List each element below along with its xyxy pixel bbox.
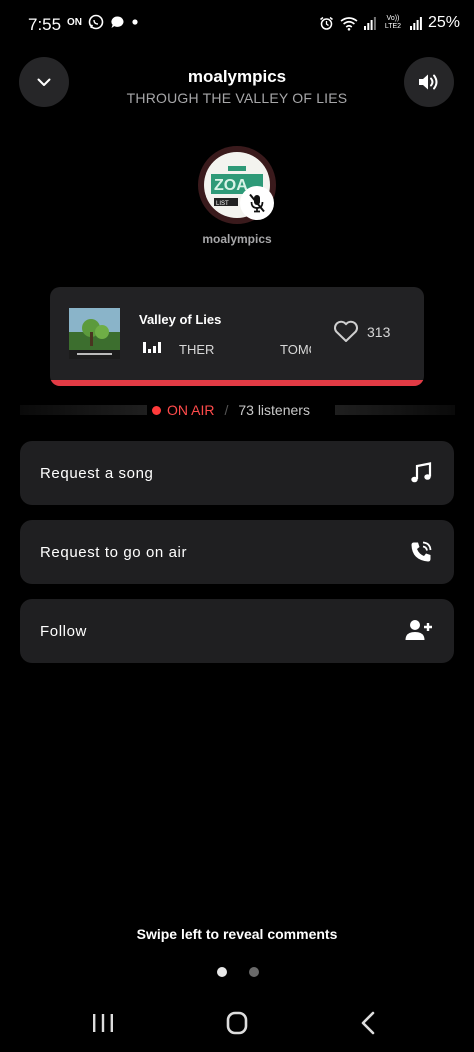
playback-progress-bar xyxy=(50,380,424,386)
separator: / xyxy=(224,402,229,418)
status-left-icons: ON xyxy=(67,14,139,30)
add-user-icon xyxy=(405,620,432,640)
ticker-text-1: THER xyxy=(179,342,215,357)
volume-button[interactable] xyxy=(404,57,454,107)
signal-icon xyxy=(409,17,422,30)
host-avatar-container[interactable]: ZOA LIST xyxy=(198,146,276,224)
like-button[interactable]: 313 xyxy=(333,320,390,343)
page-dot-active[interactable] xyxy=(217,967,227,977)
on-air-label: ON AIR xyxy=(167,402,215,418)
request-on-air-button[interactable]: Request to go on air xyxy=(20,520,454,584)
avatar-text: LIST xyxy=(216,201,229,207)
dot-icon xyxy=(132,19,138,25)
page-indicator xyxy=(217,967,259,977)
page-subtitle: THROUGH THE VALLEY OF LIES xyxy=(126,90,348,106)
request-on-air-label: Request to go on air xyxy=(40,543,188,561)
listener-count: 73 listeners xyxy=(238,402,310,418)
status-time: 7:55 xyxy=(28,15,62,34)
heart-icon xyxy=(334,320,358,342)
signal-icon xyxy=(363,17,376,30)
follow-button[interactable]: Follow xyxy=(20,599,454,663)
whatsapp-icon xyxy=(88,14,104,30)
status-right-icons: Vo)) LTE2 25% xyxy=(319,14,460,32)
equalizer-icon xyxy=(143,342,161,353)
volume-icon xyxy=(419,74,438,90)
album-art xyxy=(69,308,120,359)
volte-label: Vo)) LTE2 xyxy=(384,15,402,30)
back-icon[interactable] xyxy=(360,1011,376,1035)
recents-icon[interactable] xyxy=(91,1012,115,1034)
home-icon[interactable] xyxy=(226,1011,248,1035)
live-dot-icon xyxy=(152,405,161,415)
phone-call-icon xyxy=(411,541,432,562)
live-status: ON AIR / 73 listeners xyxy=(152,402,310,418)
mic-off-icon xyxy=(249,193,265,213)
album-art-image xyxy=(69,308,120,359)
notification-on-icon: ON xyxy=(67,16,82,28)
page-title: moalympics xyxy=(187,67,287,86)
divider-left xyxy=(20,405,147,415)
ticker-text-2: TOMORI xyxy=(280,342,311,357)
host-name: moalympics xyxy=(202,232,272,246)
wifi-icon xyxy=(340,16,358,31)
request-song-label: Request a song xyxy=(40,464,154,482)
divider-right xyxy=(335,405,455,415)
battery-percent: 25% xyxy=(427,14,460,31)
artist-ticker: THER TOMORI xyxy=(179,342,311,358)
swipe-hint: Swipe left to reveal comments xyxy=(136,926,338,942)
status-bar: 7:55 ON Vo)) LTE2 25% xyxy=(0,0,474,50)
page-dot[interactable] xyxy=(249,967,259,977)
like-count: 313 xyxy=(367,323,391,340)
alarm-icon xyxy=(320,16,333,30)
mic-muted-badge xyxy=(240,186,274,220)
system-nav-bar xyxy=(0,1000,474,1052)
music-note-icon xyxy=(411,462,432,483)
track-title: Valley of Lies xyxy=(139,312,222,327)
request-song-button[interactable]: Request a song xyxy=(20,441,454,505)
follow-label: Follow xyxy=(40,622,87,640)
chat-bubble-icon xyxy=(111,15,124,28)
now-playing-card[interactable]: Valley of Lies THER TOMORI 313 xyxy=(50,287,424,386)
